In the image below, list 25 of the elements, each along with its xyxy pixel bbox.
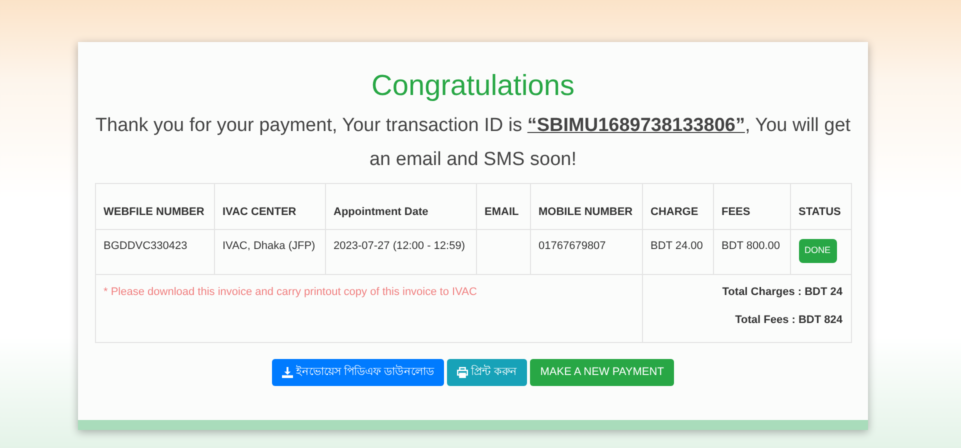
column-header: MOBILE NUMBER [530,184,642,230]
column-header: EMAIL [476,184,530,230]
download-button[interactable]: ইনভোয়েস পিডিএফ ডাউনলোড [272,359,444,386]
total-text: Total Charges : BDT 24 [722,285,842,300]
column-header: IVAC CENTER [214,184,325,230]
column-header: FEES [713,184,790,230]
heading: Congratulations [371,69,575,104]
total-text: Total Fees : BDT 824 [735,312,842,328]
column-header: CHARGE [642,184,713,230]
payment-button[interactable]: MAKE A NEW PAYMENT [530,359,674,386]
column-header: WEBFILE NUMBER [95,184,214,230]
confirmation-message: Thank you for your payment, Your transaction ID is “SBIMU1689738133806”, You will get an email and SMS soon! [94,114,852,172]
status-badge: DONE [798,239,837,262]
table-cell: BDT 800.00 [713,230,790,274]
table-cell: BDT 24.00 [642,230,713,274]
print-button[interactable]: প্রিন্ট করুন [447,359,528,386]
download-icon [282,367,294,378]
table-cell: IVAC, Dhaka (JFP) [214,230,325,274]
printer-icon [457,367,468,378]
column-header: STATUS [790,184,851,230]
table-cell: 01767679807 [530,230,642,274]
invoice-note: * Please download this invoice and carry printout copy of this invoice to IVAC [104,286,477,298]
column-header: Appointment Date [325,184,476,230]
table-cell: 2023-07-27 (12:00 - 12:59) [325,230,476,274]
table-cell: BGDDVC330423 [95,230,214,274]
